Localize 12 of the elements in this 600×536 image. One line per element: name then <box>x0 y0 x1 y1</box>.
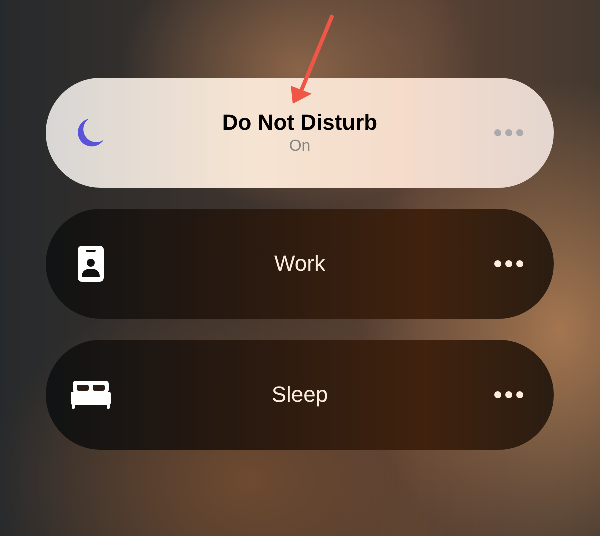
status-label: On <box>289 138 311 156</box>
focus-mode-button[interactable]: Do Not Disturb On <box>46 78 554 188</box>
id-badge-icon <box>78 246 104 282</box>
mode-label: Sleep <box>272 382 328 408</box>
moon-icon <box>78 118 104 148</box>
mode-label: Work <box>274 251 326 277</box>
focus-mode-button[interactable]: Work <box>46 209 554 319</box>
more-icon[interactable] <box>494 391 524 399</box>
more-icon[interactable] <box>494 260 524 268</box>
focus-mode-button[interactable]: Sleep <box>46 340 554 450</box>
mode-label: Do Not Disturb <box>222 110 378 136</box>
bed-icon <box>71 381 111 409</box>
